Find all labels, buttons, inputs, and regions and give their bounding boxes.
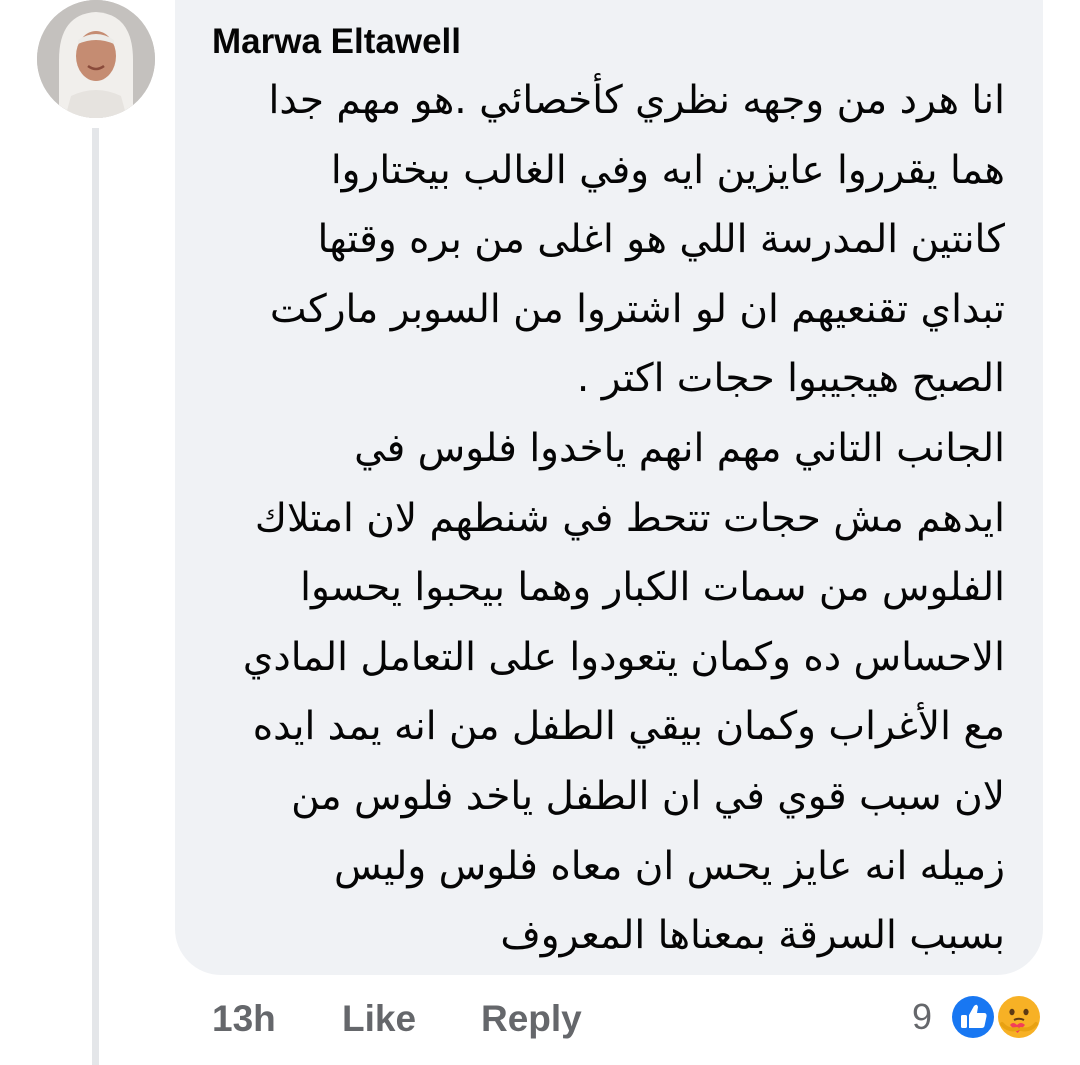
comment-line: مع الأغراب وكمان بيقي الطفل من انه يمد ا… (252, 704, 1005, 750)
comment-line: الصبح هيجيبوا حجات اكتر . (576, 356, 1005, 402)
comment-timestamp[interactable]: 13h (212, 994, 276, 1044)
like-reaction-icon[interactable] (947, 991, 999, 1043)
reaction-count[interactable]: 9 (912, 992, 932, 1042)
comment-line: لان سبب قوي في ان الطفل ياخد فلوس من (291, 773, 1005, 819)
comment-line: انا هرد من وجهه نظري كأخصائي .هو مهم جدا (268, 78, 1005, 123)
comment-line: تبداي تقنعيهم ان لو اشتروا من السوبر مار… (269, 286, 1005, 332)
avatar[interactable] (37, 0, 155, 118)
care-reaction-icon[interactable] (993, 991, 1045, 1043)
comment-line: كانتين المدرسة اللي هو اغلى من بره وقتها (317, 217, 1005, 263)
comment-author-name[interactable]: Marwa Eltawell (212, 20, 461, 64)
comment-line: الاحساس ده وكمان يتعودوا على التعامل الم… (242, 634, 1005, 680)
comment-line: زميله انه عايز يحس ان معاه فلوس وليس (334, 843, 1005, 889)
like-button[interactable]: Like (342, 994, 416, 1044)
comment-line: الفلوس من سمات الكبار وهما بيحبوا يحسوا (300, 565, 1005, 611)
comment-line: هما يقرروا عايزين ايه وفي الغالب بيختارو… (330, 147, 1005, 193)
reply-button[interactable]: Reply (481, 994, 582, 1044)
reply-thread-line (92, 128, 99, 1065)
comment-text: انا هرد من وجهه نظري كأخصائي .هو مهم جدا… (200, 66, 1005, 971)
comment-line: بسبب السرقة بمعناها المعروف (500, 913, 1005, 959)
comment-line: ايدهم مش حجات تتحط في شنطهم لان امتلاك (254, 495, 1005, 541)
profile-photo (37, 0, 155, 118)
comment-line: الجانب التاني مهم انهم ياخدوا فلوس في (354, 425, 1005, 471)
